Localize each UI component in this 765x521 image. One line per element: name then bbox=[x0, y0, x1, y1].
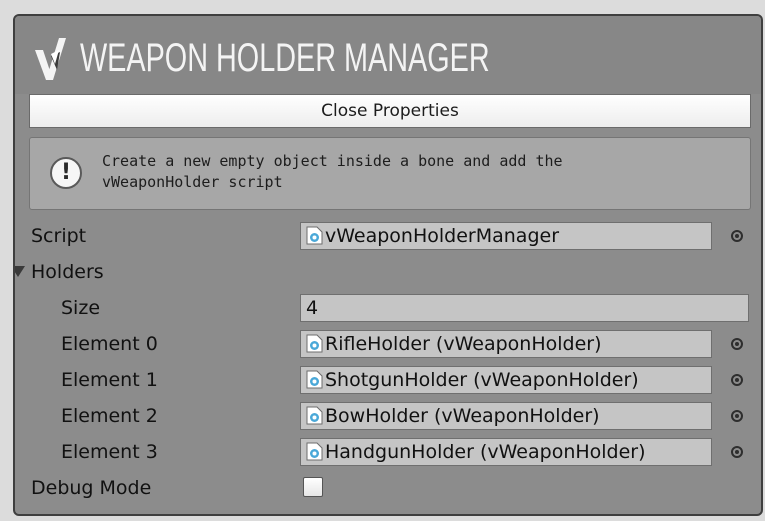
element-label: Element 1 bbox=[61, 369, 158, 391]
size-row: Size 4 bbox=[15, 291, 761, 325]
object-picker-icon[interactable] bbox=[731, 410, 743, 422]
script-label: Script bbox=[31, 225, 87, 247]
debug-mode-row: Debug Mode bbox=[15, 471, 761, 505]
debug-mode-checkbox[interactable] bbox=[303, 477, 323, 497]
element-row: Element 3 HandgunHolder (vWeaponHolder) bbox=[15, 435, 761, 469]
help-text: Create a new empty object inside a bone … bbox=[102, 151, 722, 193]
object-picker-icon[interactable] bbox=[731, 446, 743, 458]
help-text-line-2: vWeaponHolder script bbox=[102, 173, 283, 191]
script-field[interactable]: vWeaponHolderManager bbox=[300, 222, 712, 250]
element-row: Element 1 ShotgunHolder (vWeaponHolder) bbox=[15, 363, 761, 397]
invector-logo-icon bbox=[35, 38, 66, 80]
holders-foldout[interactable]: Holders bbox=[15, 255, 761, 289]
script-asset-icon bbox=[306, 442, 323, 461]
script-value: vWeaponHolderManager bbox=[325, 225, 560, 247]
manager-title: WEAPON HOLDER MANAGER bbox=[80, 36, 490, 80]
element-object-field[interactable]: RifleHolder (vWeaponHolder) bbox=[300, 330, 712, 358]
object-picker-icon[interactable] bbox=[731, 338, 743, 350]
element-object-field[interactable]: BowHolder (vWeaponHolder) bbox=[300, 402, 712, 430]
size-input[interactable]: 4 bbox=[300, 294, 749, 322]
element-row: Element 2 BowHolder (vWeaponHolder) bbox=[15, 399, 761, 433]
close-properties-button[interactable]: Close Properties bbox=[29, 94, 751, 128]
element-row: Element 0 RifleHolder (vWeaponHolder) bbox=[15, 327, 761, 361]
holders-label: Holders bbox=[31, 261, 104, 283]
element-value: BowHolder (vWeaponHolder) bbox=[325, 405, 600, 427]
script-asset-icon bbox=[306, 226, 323, 245]
debug-mode-label: Debug Mode bbox=[31, 477, 152, 499]
size-label: Size bbox=[61, 297, 101, 319]
element-label: Element 0 bbox=[61, 333, 158, 355]
help-text-line-1: Create a new empty object inside a bone … bbox=[102, 152, 563, 170]
foldout-arrow-icon[interactable] bbox=[15, 266, 25, 277]
info-exclamation-icon: ! bbox=[50, 157, 82, 189]
script-row: Script vWeaponHolderManager bbox=[15, 219, 761, 253]
help-box: ! Create a new empty object inside a bon… bbox=[29, 137, 751, 210]
element-label: Element 2 bbox=[61, 405, 158, 427]
inspector-panel: WEAPON HOLDER MANAGER Close Properties !… bbox=[13, 14, 763, 516]
element-object-field[interactable]: ShotgunHolder (vWeaponHolder) bbox=[300, 366, 712, 394]
element-value: RifleHolder (vWeaponHolder) bbox=[325, 333, 602, 355]
script-asset-icon bbox=[306, 406, 323, 425]
element-object-field[interactable]: HandgunHolder (vWeaponHolder) bbox=[300, 438, 712, 466]
script-asset-icon bbox=[306, 334, 323, 353]
object-picker-icon[interactable] bbox=[731, 230, 743, 242]
object-picker-icon[interactable] bbox=[731, 374, 743, 386]
element-label: Element 3 bbox=[61, 441, 158, 463]
element-value: ShotgunHolder (vWeaponHolder) bbox=[325, 369, 639, 391]
element-value: HandgunHolder (vWeaponHolder) bbox=[325, 441, 646, 463]
header: WEAPON HOLDER MANAGER bbox=[15, 16, 761, 94]
script-asset-icon bbox=[306, 370, 323, 389]
